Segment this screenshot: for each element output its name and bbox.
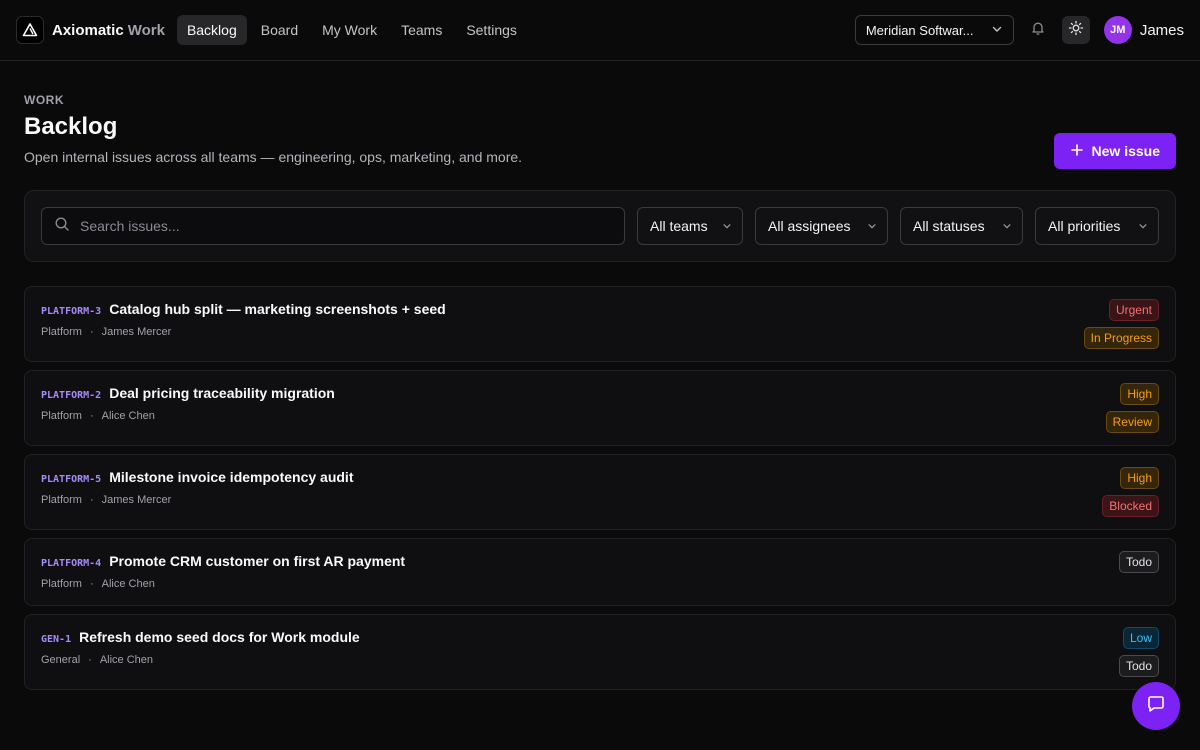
issue-assignee: Alice Chen [99, 654, 154, 666]
chevron-down-icon [991, 23, 1003, 38]
main-nav: Backlog Board My Work Teams Settings [176, 15, 527, 45]
priority-badge: High [1120, 467, 1159, 489]
assignees-filter[interactable]: All assignees [755, 207, 888, 245]
chevron-down-icon [1138, 218, 1148, 234]
issue-key: GEN-1 [41, 634, 72, 645]
chat-bubble-icon [1145, 693, 1167, 720]
chevron-down-icon [1002, 218, 1012, 234]
issue-assignee: James Mercer [101, 494, 172, 506]
issue-title: Catalog hub split — marketing screenshot… [109, 301, 446, 317]
main-content: WORK Backlog Open internal issues across… [0, 61, 1200, 690]
org-select[interactable]: Meridian Softwar... [854, 15, 1014, 45]
search-input[interactable] [80, 218, 612, 234]
meta-separator: · [88, 654, 92, 666]
teams-filter[interactable]: All teams [637, 207, 743, 245]
page-title: Backlog [24, 113, 118, 140]
page-subtitle: Open internal issues across all teams — … [24, 149, 523, 165]
page-eyebrow: WORK [24, 93, 64, 107]
meta-separator: · [89, 578, 94, 590]
issue-team: Platform [41, 494, 82, 506]
issue-title: Milestone invoice idempotency audit [109, 469, 354, 485]
issue-row[interactable]: PLATFORM-2 Deal pricing traceability mig… [24, 370, 1176, 446]
priority-badge: Low [1122, 627, 1159, 649]
issue-row[interactable]: PLATFORM-4 Promote CRM customer on first… [24, 538, 1176, 606]
issue-title: Promote CRM customer on first AR payment [109, 553, 406, 569]
brand-sub: Work [127, 21, 165, 39]
new-issue-button[interactable]: New issue [1053, 133, 1176, 169]
nav-board[interactable]: Board [251, 15, 308, 45]
meta-separator: · [89, 326, 94, 338]
brand[interactable]: Axiomatic Work [16, 16, 165, 44]
issue-row[interactable]: PLATFORM-5 Milestone invoice idempotency… [24, 454, 1176, 530]
top-bar: Axiomatic Work Backlog Board My Work Tea… [0, 0, 1200, 61]
bell-icon [1030, 20, 1046, 41]
issue-list: PLATFORM-3 Catalog hub split — marketing… [24, 286, 1176, 690]
issue-row[interactable]: PLATFORM-3 Catalog hub split — marketing… [24, 286, 1176, 362]
meta-separator: · [89, 494, 94, 506]
issue-assignee: James Mercer [101, 326, 172, 338]
nav-backlog[interactable]: Backlog [176, 15, 247, 45]
search-icon [54, 216, 70, 237]
status-badge: Blocked [1102, 495, 1159, 517]
statuses-filter-value: All statuses [913, 218, 985, 234]
issue-key: PLATFORM-2 [41, 390, 102, 401]
org-select-value: Meridian Softwar... [865, 22, 974, 38]
chevron-down-icon [867, 218, 877, 234]
issue-team: General [41, 654, 81, 666]
brand-name: Axiomatic [52, 21, 124, 39]
sun-icon [1068, 20, 1084, 41]
new-issue-label: New issue [1091, 143, 1160, 159]
issue-key: PLATFORM-5 [41, 474, 102, 485]
priority-badge: High [1120, 383, 1159, 405]
issue-team: Platform [41, 326, 82, 338]
issue-key: PLATFORM-4 [41, 558, 102, 569]
status-badge: Review [1105, 411, 1159, 433]
nav-teams[interactable]: Teams [391, 15, 452, 45]
avatar: JM [1103, 16, 1132, 44]
user-menu[interactable]: JM James [1103, 16, 1184, 44]
issue-row[interactable]: GEN-1 Refresh demo seed docs for Work mo… [24, 614, 1176, 690]
nav-my-work[interactable]: My Work [312, 15, 387, 45]
statuses-filter[interactable]: All statuses [900, 207, 1023, 245]
meta-separator: · [89, 410, 94, 422]
search-box[interactable] [41, 207, 625, 245]
issue-key: PLATFORM-3 [41, 306, 102, 317]
issue-assignee: Alice Chen [101, 578, 155, 590]
teams-filter-value: All teams [650, 218, 708, 234]
issue-assignee: Alice Chen [101, 410, 155, 422]
issue-team: Platform [41, 410, 82, 422]
filter-bar: All teams All assignees All statuses All… [24, 190, 1176, 262]
issue-title: Deal pricing traceability migration [109, 385, 335, 401]
top-bar-right: Meridian Softwar... JM James [854, 15, 1184, 45]
priority-badge: Urgent [1108, 299, 1159, 321]
issue-team: Platform [41, 578, 82, 590]
issue-title: Refresh demo seed docs for Work module [79, 629, 360, 645]
theme-toggle-button[interactable] [1061, 16, 1090, 44]
nav-settings[interactable]: Settings [456, 15, 527, 45]
chat-button[interactable] [1132, 682, 1180, 730]
user-name: James [1139, 21, 1184, 39]
plus-icon [1070, 143, 1084, 160]
status-badge: Todo [1118, 655, 1159, 677]
notifications-button[interactable] [1024, 16, 1052, 44]
priorities-filter-value: All priorities [1048, 218, 1121, 234]
assignees-filter-value: All assignees [768, 218, 851, 234]
chevron-down-icon [722, 218, 732, 234]
status-badge: In Progress [1083, 327, 1159, 349]
priorities-filter[interactable]: All priorities [1035, 207, 1159, 245]
triangle-logo-icon [16, 16, 44, 44]
status-badge: Todo [1118, 551, 1159, 573]
